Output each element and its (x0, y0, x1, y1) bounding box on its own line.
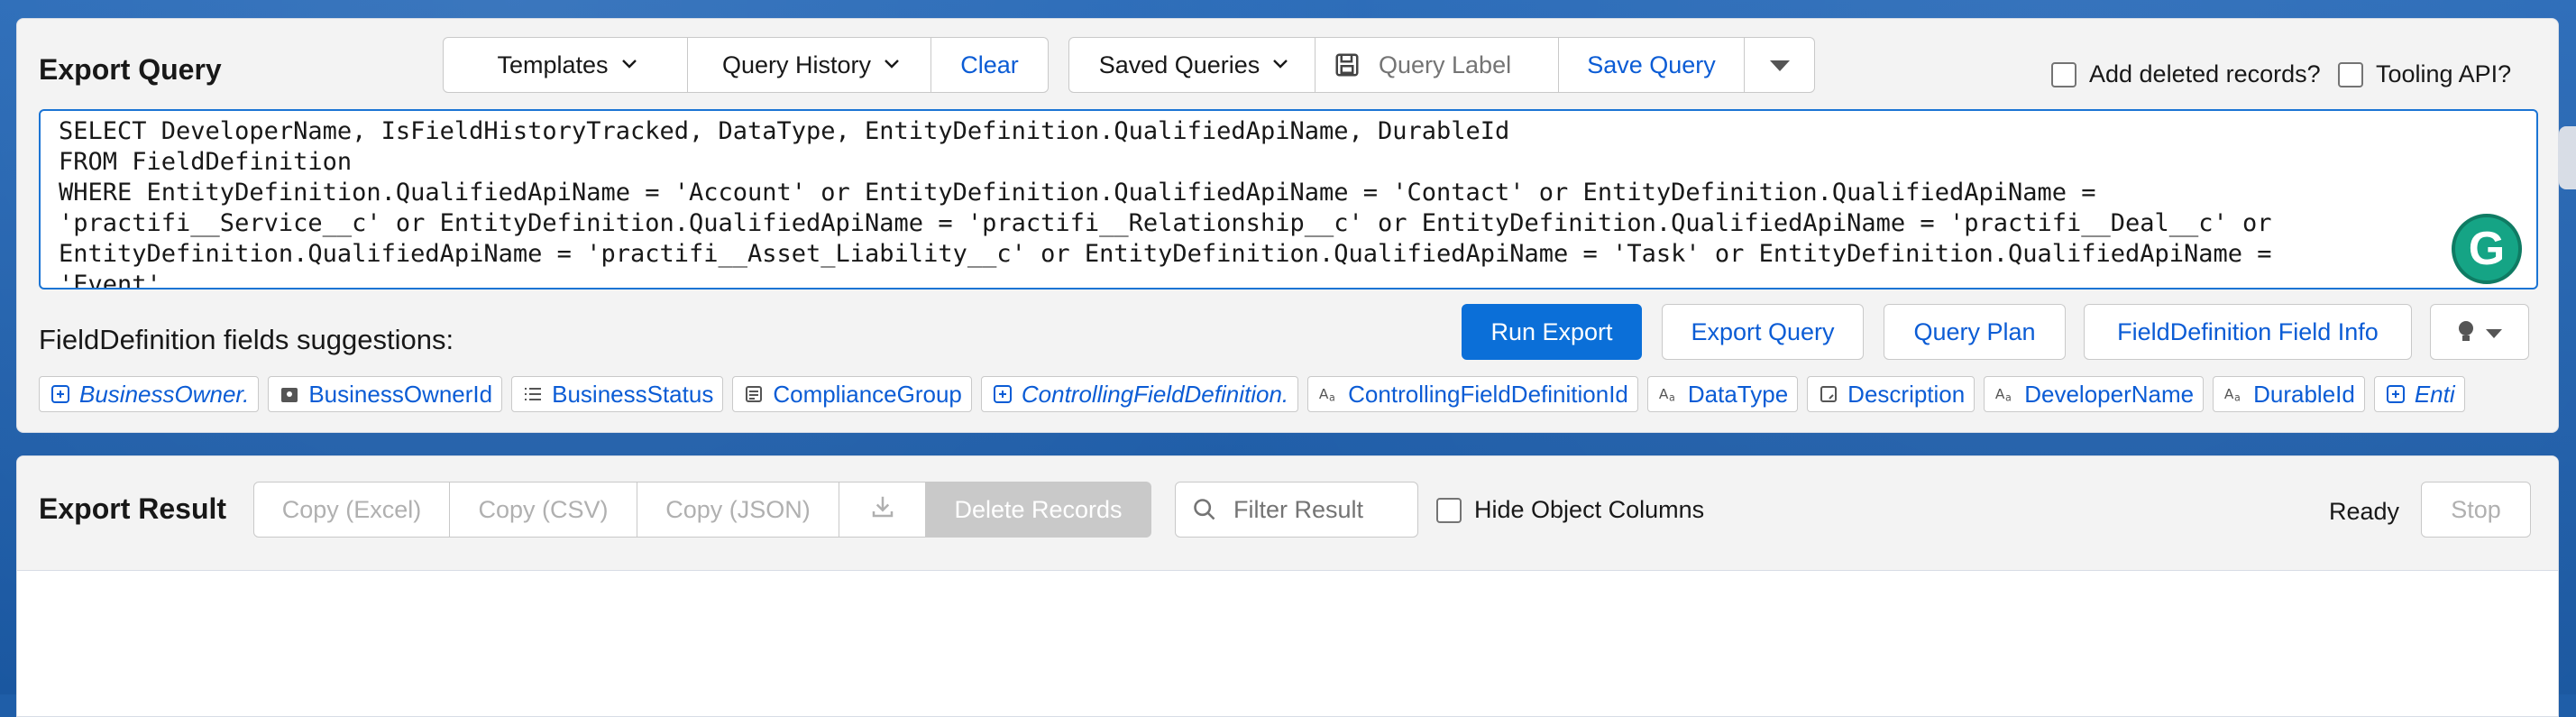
field-suggestion-label: BusinessOwner. (79, 380, 250, 408)
query-plan-button[interactable]: Query Plan (1884, 304, 2066, 360)
svg-text:A: A (1995, 386, 2005, 402)
download-icon (869, 493, 896, 527)
field-suggestion-pill[interactable]: BusinessStatus (511, 376, 724, 412)
id-icon (278, 382, 301, 406)
text-icon: Aa (2223, 382, 2246, 406)
stop-button[interactable]: Stop (2421, 482, 2531, 538)
query-history-dropdown[interactable]: Query History (688, 37, 931, 93)
field-suggestion-label: BusinessOwnerId (308, 380, 493, 408)
saved-queries-dropdown[interactable]: Saved Queries (1068, 37, 1316, 93)
field-suggestion-pill[interactable]: Enti (2373, 376, 2465, 412)
soql-query-editor[interactable]: SELECT DeveloperName, IsFieldHistoryTrac… (39, 109, 2538, 290)
field-suggestion-pill[interactable]: Aa DataType (1646, 376, 1799, 412)
chevron-down-icon (884, 59, 899, 71)
text-icon: Aa (1657, 382, 1681, 406)
add-deleted-checkbox[interactable] (2051, 61, 2076, 87)
copy-json-button[interactable]: Copy (JSON) (637, 482, 839, 538)
field-suggestion-label: DurableId (2253, 380, 2355, 408)
export-result-title: Export Result (39, 492, 227, 525)
query-label-input[interactable]: Query Label (1316, 37, 1559, 93)
export-query-card: Export Query Templates Query History Cle… (16, 18, 2559, 433)
text-icon: Aa (1994, 382, 2017, 406)
suggestion-options-button[interactable] (2430, 304, 2529, 360)
status-text: Ready (2329, 498, 2400, 525)
add-deleted-records-option[interactable]: Add deleted records? (2051, 60, 2321, 88)
save-query-menu-button[interactable] (1745, 37, 1815, 93)
filter-placeholder: Filter Result (1233, 495, 1364, 523)
tooling-api-checkbox[interactable] (2338, 61, 2363, 87)
copy-csv-button[interactable]: Copy (CSV) (450, 482, 637, 538)
export-result-header: Export Result Copy (Excel) Copy (CSV) Co… (17, 456, 2558, 571)
suggestions-title: FieldDefinition fields suggestions: (39, 324, 454, 355)
field-suggestion-pill[interactable]: Aa ControllingFieldDefinitionId (1307, 376, 1638, 412)
chevron-down-icon (621, 59, 637, 71)
filter-result-input[interactable]: Filter Result (1175, 482, 1418, 538)
search-icon (1192, 497, 1233, 522)
svg-text:a: a (2234, 392, 2241, 404)
picklist-icon (521, 382, 545, 406)
grammarly-icon[interactable]: G (2452, 214, 2522, 284)
templates-label: Templates (497, 51, 609, 78)
field-suggestion-pill[interactable]: BusinessOwnerId (268, 376, 503, 412)
delete-records-button[interactable]: Delete Records (926, 482, 1151, 538)
copy-excel-button[interactable]: Copy (Excel) (253, 482, 450, 538)
multipicklist-icon (742, 382, 765, 406)
export-query-button[interactable]: Export Query (1662, 304, 1864, 360)
save-query-button[interactable]: Save Query (1559, 37, 1745, 93)
field-suggestion-pill[interactable]: ComplianceGroup (732, 376, 972, 412)
field-suggestion-label: BusinessStatus (552, 380, 714, 408)
run-export-button[interactable]: Run Export (1462, 304, 1642, 360)
field-suggestion-label: ControllingFieldDefinition. (1021, 380, 1289, 408)
field-suggestion-label: ControllingFieldDefinitionId (1348, 380, 1628, 408)
svg-text:A: A (2224, 386, 2234, 402)
query-label-placeholder: Query Label (1379, 51, 1512, 78)
save-icon (1334, 51, 1361, 78)
add-deleted-label: Add deleted records? (2089, 60, 2321, 87)
download-button[interactable] (839, 482, 926, 538)
query-history-label: Query History (721, 51, 872, 78)
field-suggestion-pill[interactable]: Aa DeveloperName (1984, 376, 2205, 412)
export-result-card: Export Result Copy (Excel) Copy (CSV) Co… (16, 455, 2559, 717)
lookup-icon (2384, 382, 2407, 406)
field-suggestion-pill[interactable]: Aa DurableId (2213, 376, 2365, 412)
textarea-icon (1817, 382, 1840, 406)
field-suggestion-pill[interactable]: BusinessOwner. (39, 376, 260, 412)
hide-object-columns-label: Hide Object Columns (1474, 496, 1705, 523)
tooling-api-label: Tooling API? (2376, 60, 2512, 87)
caret-down-icon (1768, 51, 1792, 79)
field-suggestion-label: DataType (1687, 380, 1789, 408)
svg-text:A: A (1659, 386, 1669, 402)
field-suggestion-pill[interactable]: Description (1807, 376, 1976, 412)
lightbulb-icon (2455, 318, 2477, 345)
svg-text:a: a (1329, 392, 1335, 404)
chevron-down-icon (1272, 59, 1288, 71)
svg-text:a: a (2005, 392, 2012, 404)
field-suggestion-label: Description (1847, 380, 1966, 408)
field-suggestion-label: ComplianceGroup (773, 380, 962, 408)
side-panel-tab[interactable] (2559, 126, 2576, 189)
field-suggestions-list: BusinessOwner. BusinessOwnerId BusinessSta… (39, 376, 2538, 416)
export-query-title: Export Query (39, 53, 222, 86)
caret-down-icon (2484, 318, 2504, 346)
field-suggestion-label: DeveloperName (2024, 380, 2195, 408)
clear-button[interactable]: Clear (931, 37, 1049, 93)
svg-text:a: a (1669, 392, 1675, 404)
svg-text:A: A (1319, 386, 1329, 402)
templates-dropdown[interactable]: Templates (443, 37, 688, 93)
field-suggestion-label: Enti (2414, 380, 2455, 408)
lookup-icon (49, 382, 72, 406)
text-icon: Aa (1317, 382, 1341, 406)
hide-object-columns-checkbox[interactable] (1436, 497, 1462, 523)
field-info-button[interactable]: FieldDefinition Field Info (2084, 304, 2412, 360)
hide-object-columns-option[interactable]: Hide Object Columns (1436, 496, 1704, 524)
field-suggestion-pill[interactable]: ControllingFieldDefinition. (980, 376, 1299, 412)
lookup-icon (991, 382, 1014, 406)
saved-queries-label: Saved Queries (1098, 51, 1260, 78)
tooling-api-option[interactable]: Tooling API? (2338, 60, 2511, 88)
